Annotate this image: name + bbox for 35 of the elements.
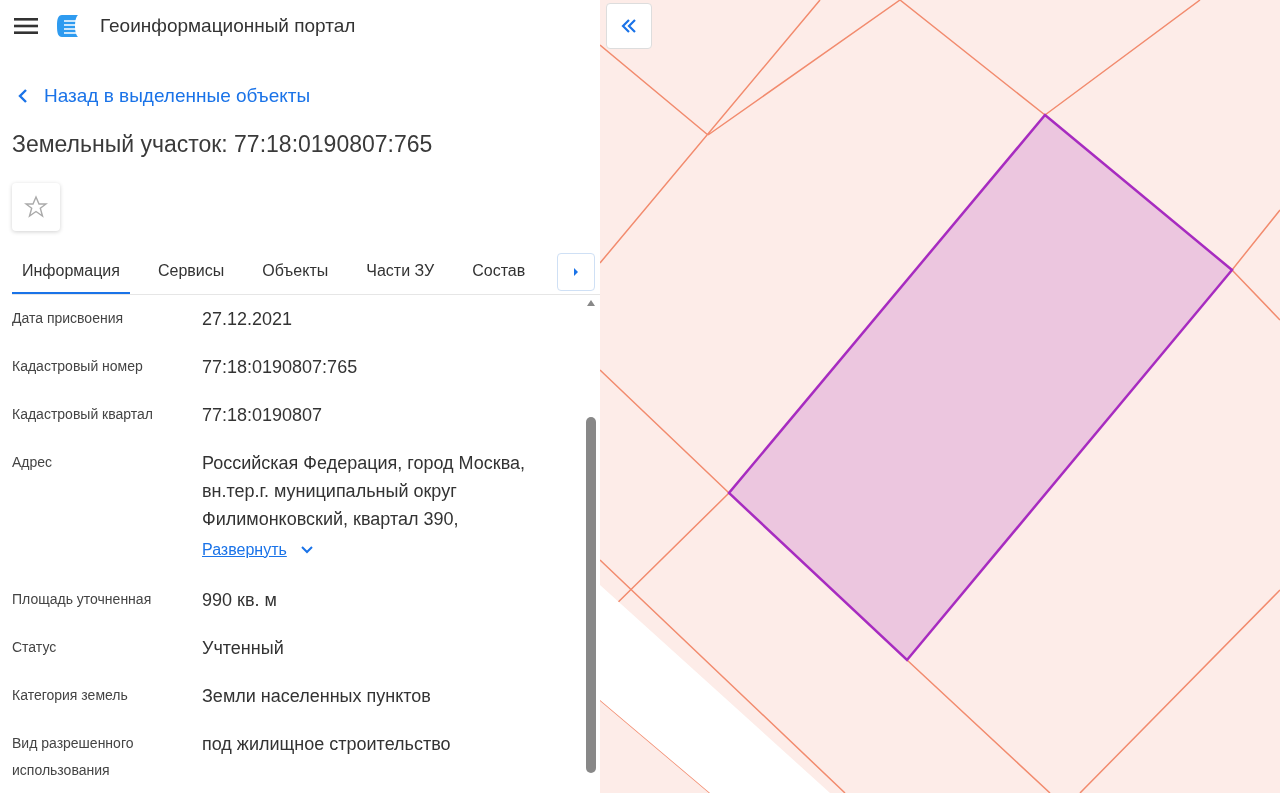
object-title: Земельный участок: 77:18:0190807:765 bbox=[12, 131, 434, 159]
tab[interactable]: Состав bbox=[462, 250, 536, 295]
caret-right-icon bbox=[572, 266, 580, 277]
favorite-button[interactable] bbox=[12, 182, 60, 231]
collapse-panel-button[interactable] bbox=[606, 3, 652, 49]
tab[interactable]: Объекты bbox=[252, 250, 339, 295]
back-link[interactable]: Назад в выделенные объекты bbox=[18, 82, 311, 111]
scroll-up-icon[interactable] bbox=[586, 298, 596, 307]
field-value: Земли населенных пунктов bbox=[202, 684, 432, 708]
menu-icon[interactable] bbox=[14, 17, 38, 35]
field-value: 990 кв. м bbox=[202, 588, 278, 612]
tab[interactable]: Информация bbox=[12, 250, 130, 295]
field-value: 77:18:0190807 bbox=[202, 403, 324, 427]
field-value: 27.12.2021 bbox=[202, 307, 294, 331]
scrollbar[interactable] bbox=[586, 298, 596, 773]
chevron-down-icon bbox=[300, 545, 313, 554]
field-label: Статус bbox=[12, 637, 58, 657]
field-label: Адрес bbox=[12, 452, 54, 472]
chevron-left-icon bbox=[18, 88, 28, 105]
field-label: Кадастровый квартал bbox=[12, 404, 154, 424]
double-chevron-left-icon bbox=[621, 19, 637, 33]
field-label: Площадь уточненная bbox=[12, 589, 153, 609]
field-label: Дата присвоения bbox=[12, 308, 125, 328]
field-value: Российская Федерация, город Москва, вн.тер.г. муниципальный округ Филимонковский, квартал 390, bbox=[202, 451, 527, 531]
star-icon bbox=[24, 194, 48, 219]
portal-title: Геоинформационный портал bbox=[100, 13, 356, 38]
expand-link[interactable]: Развернуть bbox=[202, 535, 313, 564]
field-value: под жилищное строительство bbox=[202, 732, 452, 756]
tab[interactable]: Части ЗУ bbox=[356, 250, 445, 295]
tab[interactable]: Сервисы bbox=[147, 250, 235, 295]
field-label: Кадастровый номер bbox=[12, 356, 144, 376]
field-value: Учтенный bbox=[202, 636, 285, 660]
field-value: 77:18:0190807:765 bbox=[202, 355, 359, 379]
field-label: Категория земель bbox=[12, 685, 129, 705]
field-label: Вид разрешенного использования bbox=[12, 733, 135, 780]
